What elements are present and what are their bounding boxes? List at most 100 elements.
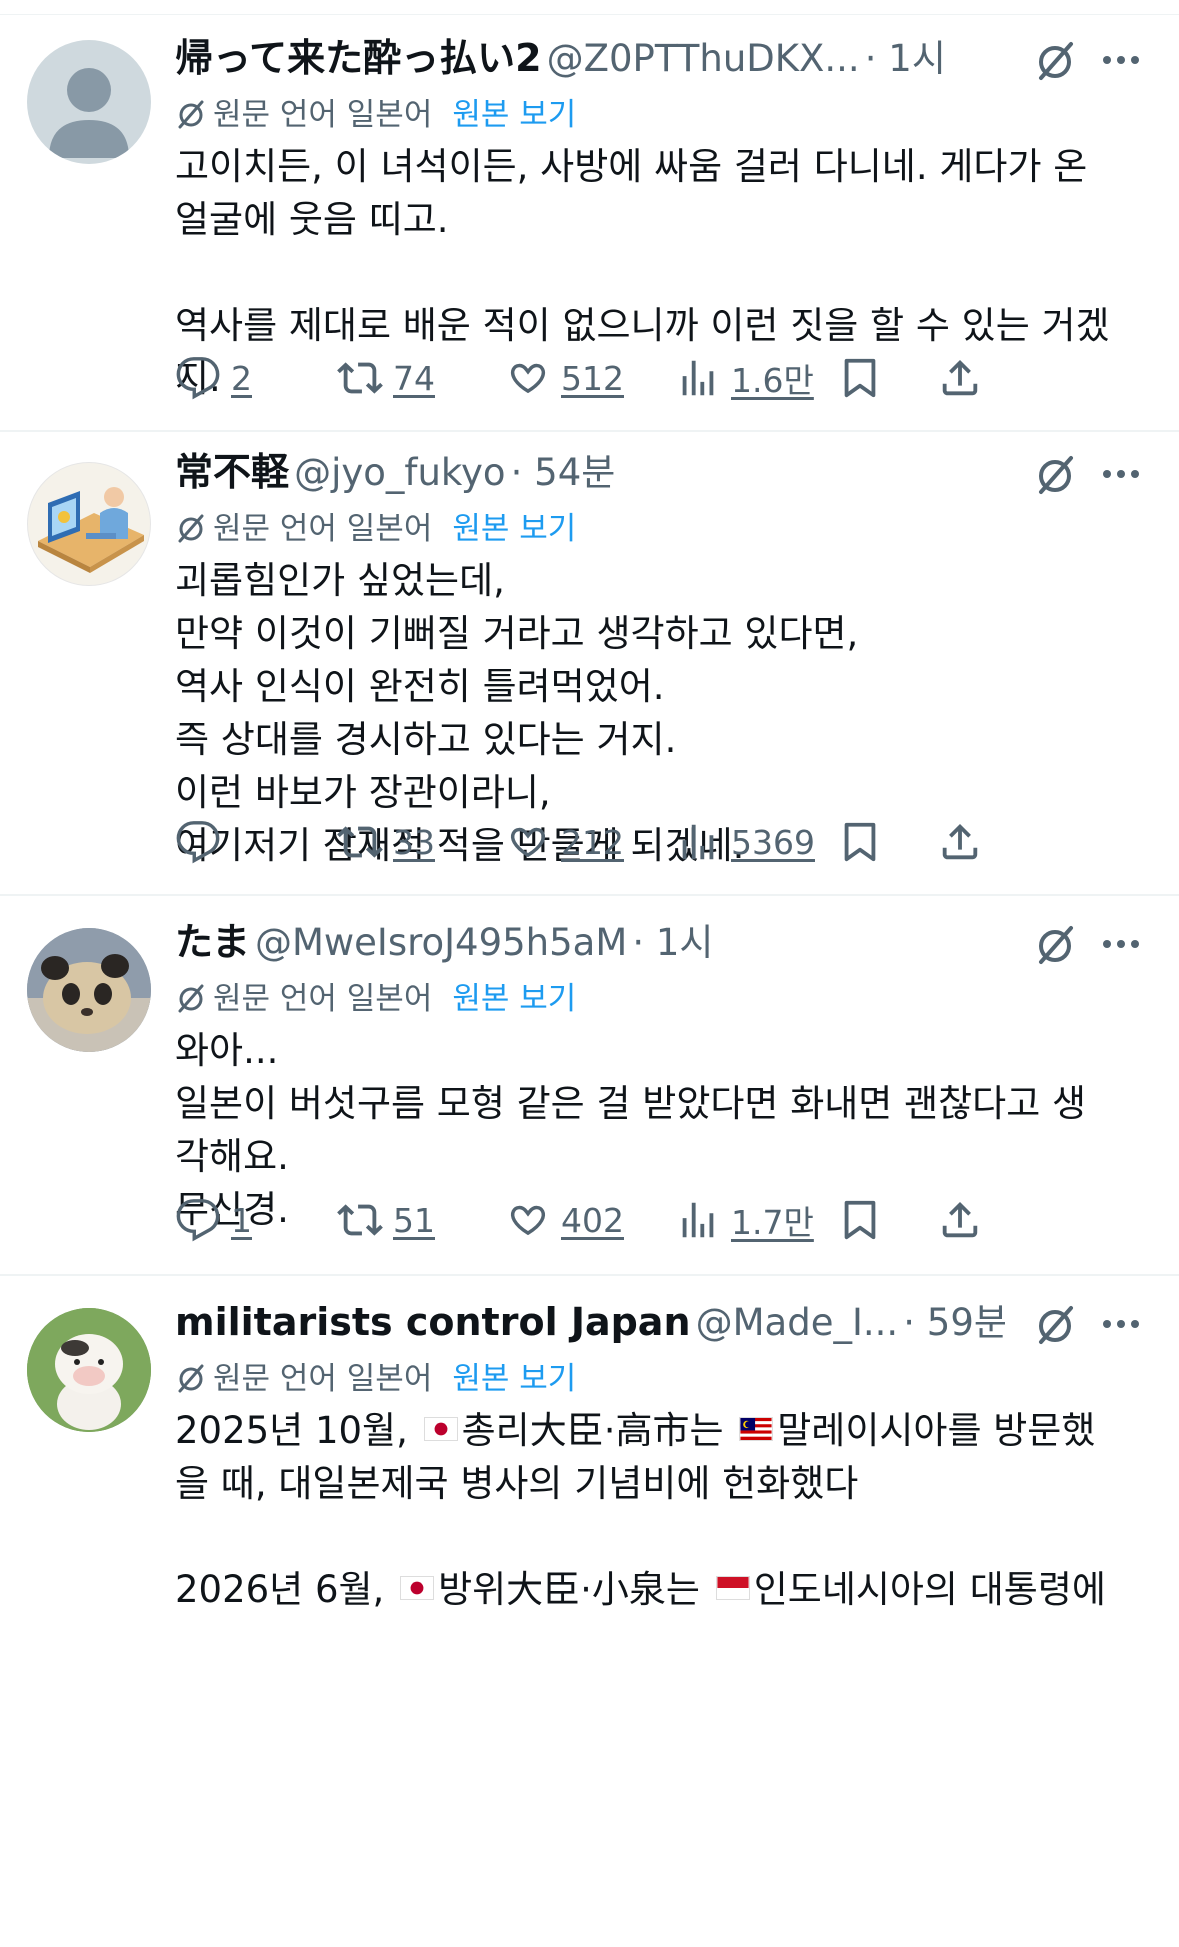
avatar-militarists[interactable]	[27, 1308, 151, 1432]
like-button[interactable]: 512	[505, 348, 624, 408]
grok-translate-icon	[178, 514, 204, 542]
reply-button[interactable]: 2	[175, 348, 252, 408]
tweet-text-segment: 2025년 10월,	[175, 1409, 420, 1452]
tweet-2[interactable]: 常不軽 @jyo_fukyo · 54분 원문 언어 일본어 원본 보기 괴롭힘인…	[0, 432, 1179, 896]
japan-flag-icon	[400, 1575, 435, 1600]
action-bar: 33 212 5369	[175, 812, 1149, 872]
timestamp[interactable]: · 1시	[632, 921, 713, 964]
show-original-link[interactable]: 원본 보기	[452, 1361, 576, 1397]
views-icon	[682, 824, 714, 860]
bookmark-button[interactable]	[837, 348, 883, 408]
repost-button[interactable]: 74	[337, 348, 435, 408]
bookmark-icon	[844, 1200, 876, 1240]
tweet-line: 즉 상대를 경시하고 있다는 거지.	[175, 718, 677, 761]
user-handle[interactable]: @MweIsroJ495h5aM	[255, 921, 627, 964]
grok-translate-icon	[178, 1364, 204, 1392]
show-original-link[interactable]: 원본 보기	[452, 981, 576, 1017]
tweet-line: 만약 이것이 기뻐질 거라고 생각하고 있다면,	[175, 612, 859, 655]
more-icon[interactable]	[1099, 40, 1143, 80]
grok-icon[interactable]	[1033, 38, 1077, 82]
like-button[interactable]: 402	[505, 1190, 624, 1250]
heart-icon	[510, 827, 546, 858]
tweet-line: 역사를 제대로 배운 적이 없으니까 이런 짓을 할 수 있는 거겠	[175, 304, 1110, 347]
tweet-line: 괴롭힘인가 싶었는데,	[175, 559, 505, 602]
grok-translate-icon	[178, 984, 204, 1012]
cow-figure-icon	[27, 1308, 151, 1432]
more-icon[interactable]	[1099, 924, 1143, 964]
share-button[interactable]	[937, 348, 983, 408]
tweet-text: 2025년 10월, 총리大臣·高市는 말레이시아를 방문했 을 때, 대일본제…	[175, 1404, 1143, 1616]
timestamp[interactable]: · 1시	[865, 37, 946, 80]
bookmark-button[interactable]	[837, 1190, 883, 1250]
tweet-line: 을 때, 대일본제국 병사의 기념비에 헌화했다	[175, 1462, 859, 1505]
tweet-line: 와아...	[175, 1029, 279, 1072]
translation-notice: 원문 언어 일본어 원본 보기	[175, 1354, 1143, 1404]
user-handle[interactable]: @jyo_fukyo	[294, 451, 505, 494]
grok-icon[interactable]	[1033, 452, 1077, 496]
reply-button[interactable]: 1	[175, 1190, 252, 1250]
display-name[interactable]: 帰って来た酔っ払い2	[175, 36, 542, 80]
translation-notice: 원문 언어 일본어 원본 보기	[175, 504, 1143, 554]
timestamp[interactable]: · 59분	[903, 1301, 1005, 1344]
translate-note: 원문 언어 일본어	[213, 981, 433, 1017]
tweet-line: 2026년 6월, 방위大臣·小泉는 인도네시아의 대통령에	[175, 1563, 1143, 1616]
more-icon[interactable]	[1099, 1304, 1143, 1344]
bookmark-icon	[844, 358, 876, 398]
avatar-default[interactable]	[27, 40, 151, 164]
translation-notice: 원문 언어 일본어 원본 보기	[175, 90, 1143, 140]
display-name[interactable]: たま	[175, 920, 250, 964]
heart-icon	[510, 1205, 546, 1236]
tweet-line: 고이치든, 이 녀석이든, 사방에 싸움 걸러 다니네. 게다가 온	[175, 145, 1088, 188]
translate-note: 원문 언어 일본어	[213, 97, 433, 133]
tweet-line: 역사 인식이 완전히 틀려먹었어.	[175, 665, 665, 708]
malaysia-flag-icon	[739, 1416, 774, 1441]
avatar-jyo-fukyo[interactable]	[27, 462, 151, 586]
avatar-tama[interactable]	[27, 928, 151, 1052]
timestamp[interactable]: · 54분	[511, 451, 616, 494]
display-name[interactable]: militarists control Japan	[175, 1300, 691, 1344]
grok-icon[interactable]	[1033, 922, 1077, 966]
top-divider	[0, 14, 1179, 15]
tweet-line: 각해요.	[175, 1135, 289, 1178]
user-handle[interactable]: @Made_I...	[696, 1301, 899, 1344]
bookmark-button[interactable]	[837, 812, 883, 872]
views-count: 1.6만	[731, 361, 814, 400]
repost-icon	[337, 362, 383, 394]
reply-icon	[176, 1199, 220, 1242]
reply-count: 1	[231, 1200, 252, 1240]
reply-button[interactable]	[175, 812, 231, 872]
views-button[interactable]: 5369	[675, 812, 815, 872]
views-icon	[682, 360, 714, 396]
repost-button[interactable]: 51	[337, 1190, 435, 1250]
views-count: 1.7만	[731, 1203, 814, 1242]
show-original-link[interactable]: 원본 보기	[452, 97, 576, 133]
like-button[interactable]: 212	[505, 812, 624, 872]
views-button[interactable]: 1.6만	[675, 348, 814, 408]
share-button[interactable]	[937, 1190, 983, 1250]
tweet-line: 얼굴에 웃음 띠고.	[175, 198, 449, 241]
repost-count: 51	[393, 1200, 435, 1240]
share-button[interactable]	[937, 812, 983, 872]
tweet-text-segment: 총리大臣·高市는	[461, 1409, 736, 1452]
tweet-header: 帰って来た酔っ払い2 @Z0PTThuDKX... · 1시	[175, 26, 1143, 90]
translate-note: 원문 언어 일본어	[213, 511, 433, 547]
indonesia-flag-icon	[715, 1575, 750, 1600]
reply-icon	[176, 357, 220, 400]
reply-icon	[176, 821, 220, 864]
tweet-1[interactable]: 帰って来た酔っ払い2 @Z0PTThuDKX... · 1시 원문 언어 일본어…	[0, 20, 1179, 432]
show-original-link[interactable]: 원본 보기	[452, 511, 576, 547]
tweet-3[interactable]: たま @MweIsroJ495h5aM · 1시 원문 언어 일본어 원본 보기 …	[0, 896, 1179, 1276]
tweet-header: たま @MweIsroJ495h5aM · 1시	[175, 910, 1143, 974]
action-bar: 2 74 512 1.6만	[175, 348, 1149, 408]
user-handle[interactable]: @Z0PTThuDKX...	[547, 37, 860, 80]
tweet-4[interactable]: militarists control Japan @Made_I... · 5…	[0, 1276, 1179, 1947]
display-name[interactable]: 常不軽	[175, 450, 289, 494]
repost-button[interactable]: 33	[337, 812, 435, 872]
views-count: 5369	[731, 822, 815, 862]
more-icon[interactable]	[1099, 454, 1143, 494]
tweet-text-segment: 방위大臣·小泉는	[438, 1568, 712, 1611]
views-button[interactable]: 1.7만	[675, 1190, 814, 1250]
tweet-line: 2025년 10월, 총리大臣·高市는 말레이시아를 방문했	[175, 1404, 1143, 1457]
tweet-header: militarists control Japan @Made_I... · 5…	[175, 1290, 1143, 1354]
grok-icon[interactable]	[1033, 1302, 1077, 1346]
